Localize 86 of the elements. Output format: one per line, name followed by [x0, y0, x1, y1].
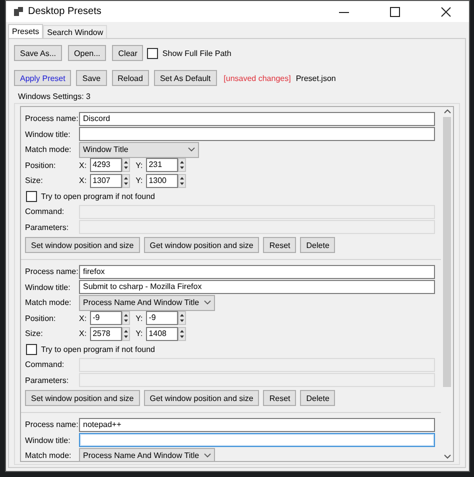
- y-field[interactable]: -9: [146, 311, 178, 326]
- checkbox-label[interactable]: Try to open program if not found: [41, 192, 155, 201]
- checkbox[interactable]: [26, 344, 37, 355]
- reset-button[interactable]: Reset: [263, 237, 296, 253]
- reset-button[interactable]: Reset: [263, 390, 296, 406]
- window-title-field[interactable]: Submit to csharp - Mozilla Firefox: [79, 280, 435, 294]
- save-button[interactable]: Save: [76, 70, 107, 86]
- file-name: Preset.json: [296, 74, 336, 82]
- set-position-button[interactable]: Set window position and size: [25, 390, 140, 406]
- spinner-icon[interactable]: [122, 326, 130, 341]
- tab[interactable]: Presets: [8, 24, 44, 39]
- tab[interactable]: Search Window: [43, 25, 108, 39]
- field-label: Process name:: [25, 114, 79, 124]
- process-name-field[interactable]: Discord: [79, 112, 435, 126]
- y-field[interactable]: 231: [146, 158, 178, 172]
- field-label: Window title:: [25, 130, 72, 139]
- axis-label: Y:: [136, 176, 143, 186]
- y-field[interactable]: 1300: [146, 174, 178, 188]
- set-position-button[interactable]: Set window position and size: [25, 237, 140, 253]
- y-field[interactable]: 1408: [146, 326, 178, 341]
- delete-button[interactable]: Delete: [300, 237, 336, 253]
- spinner-icon[interactable]: [178, 311, 186, 326]
- save-as-button[interactable]: Save As...: [14, 45, 62, 61]
- field-label: Parameters:: [25, 376, 70, 385]
- chevron-icon: [204, 453, 212, 458]
- apply-preset-button[interactable]: Apply Preset: [14, 70, 72, 86]
- delete-button[interactable]: Delete: [300, 390, 336, 406]
- spinner-icon[interactable]: [178, 158, 186, 172]
- window-title-field[interactable]: [79, 433, 435, 448]
- checkbox-label[interactable]: Try to open program if not found: [41, 344, 155, 354]
- field-label: Position:: [25, 314, 57, 323]
- axis-label: X:: [79, 329, 87, 338]
- match-mode-dropdown[interactable]: Window Title: [79, 142, 199, 158]
- field-label: Position:: [25, 160, 57, 170]
- field-label: Command:: [25, 360, 66, 370]
- field-label: Window title:: [25, 282, 72, 292]
- scrollbar-thumb[interactable]: [443, 117, 451, 387]
- status-text: [unsaved changes]: [224, 74, 291, 82]
- spinner-icon[interactable]: [122, 311, 130, 326]
- axis-label: Y:: [136, 160, 143, 170]
- field-label: Size:: [25, 329, 44, 338]
- spinner-icon[interactable]: [122, 174, 130, 188]
- axis-label: Y:: [136, 314, 143, 323]
- field-label: Process name:: [25, 267, 79, 276]
- checkbox[interactable]: [147, 48, 158, 58]
- field-label: Window title:: [25, 436, 72, 445]
- field-label: Match mode:: [25, 298, 72, 308]
- match-mode-dropdown[interactable]: Process Name And Window Title: [79, 294, 216, 311]
- spinner-icon[interactable]: [178, 174, 186, 188]
- axis-label: Y:: [136, 329, 143, 338]
- scroll-down-icon[interactable]: [444, 454, 450, 459]
- reload-button[interactable]: Reload: [112, 70, 149, 86]
- field-label: Command:: [25, 207, 66, 216]
- get-position-button[interactable]: Get window position and size: [144, 237, 260, 253]
- window-title-field[interactable]: [79, 127, 435, 142]
- close-icon[interactable]: [441, 6, 451, 16]
- x-field[interactable]: -9: [90, 311, 122, 326]
- x-field[interactable]: 2578: [90, 326, 122, 341]
- get-position-button[interactable]: Get window position and size: [144, 390, 260, 406]
- window-title: Desktop Presets: [28, 6, 102, 17]
- match-mode-dropdown[interactable]: Process Name And Window Title: [79, 448, 216, 461]
- axis-label: X:: [79, 314, 87, 323]
- process-name-field[interactable]: firefox: [79, 264, 435, 279]
- clear-button[interactable]: Clear: [112, 45, 144, 61]
- axis-label: X:: [79, 160, 87, 170]
- checkbox-label[interactable]: Show Full File Path: [162, 48, 232, 58]
- chevron-icon: [188, 147, 195, 152]
- spinner-icon[interactable]: [178, 326, 186, 341]
- process-name-field[interactable]: notepad++: [79, 418, 435, 432]
- checkbox[interactable]: [26, 190, 37, 202]
- app-icon: [14, 7, 23, 16]
- maximize-icon[interactable]: [390, 6, 400, 16]
- field-label: Parameters:: [25, 222, 70, 232]
- field-label: Size:: [25, 176, 44, 186]
- field-label: Match mode:: [25, 451, 72, 460]
- open-button[interactable]: Open...: [68, 45, 106, 61]
- set-default-button[interactable]: Set As Default: [154, 70, 217, 86]
- x-field[interactable]: 4293: [90, 158, 122, 172]
- chevron-icon: [204, 300, 212, 306]
- x-field[interactable]: 1307: [90, 174, 122, 188]
- spinner-icon[interactable]: [122, 158, 130, 172]
- axis-label: X:: [79, 176, 87, 186]
- field-label: Match mode:: [25, 145, 72, 154]
- scroll-up-icon[interactable]: [444, 109, 450, 114]
- field-label: Process name:: [25, 420, 79, 430]
- group-title: Windows Settings: 3: [18, 92, 92, 103]
